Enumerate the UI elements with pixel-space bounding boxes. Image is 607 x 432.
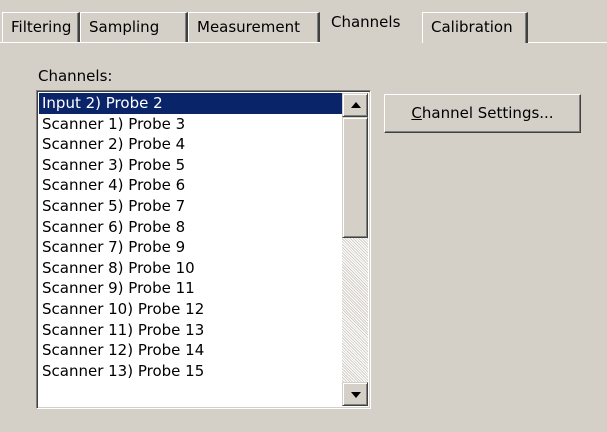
scroll-up-button[interactable] <box>342 93 368 117</box>
list-item[interactable]: Scanner 2) Probe 4 <box>39 134 342 155</box>
list-item[interactable]: Scanner 6) Probe 8 <box>39 217 342 238</box>
tab-calibration[interactable]: Calibration <box>422 12 528 43</box>
channels-listbox[interactable]: Input 2) Probe 2 Scanner 1) Probe 3 Scanne… <box>36 90 371 409</box>
list-item[interactable]: Scanner 5) Probe 7 <box>39 196 342 217</box>
channels-list: Input 2) Probe 2 Scanner 1) Probe 3 Scanne… <box>39 93 342 381</box>
tab-strip: Filtering Sampling Measurement Channels … <box>0 0 607 45</box>
list-item[interactable]: Scanner 1) Probe 3 <box>39 114 342 135</box>
list-item[interactable]: Scanner 7) Probe 9 <box>39 237 342 258</box>
list-item[interactable]: Scanner 4) Probe 6 <box>39 175 342 196</box>
channels-label: Channels: <box>38 67 113 85</box>
mnemonic-c: C <box>411 104 422 122</box>
down-arrow-icon <box>351 392 361 398</box>
vertical-scrollbar[interactable] <box>342 93 368 406</box>
up-arrow-icon <box>351 102 361 108</box>
scroll-thumb[interactable] <box>342 117 368 238</box>
scroll-down-button[interactable] <box>342 382 368 406</box>
list-item[interactable]: Scanner 8) Probe 10 <box>39 258 342 279</box>
tab-sampling[interactable]: Sampling <box>80 12 188 43</box>
list-item[interactable]: Scanner 12) Probe 14 <box>39 340 342 361</box>
tab-measurement[interactable]: Measurement <box>188 12 320 43</box>
tab-filtering[interactable]: Filtering <box>2 12 80 43</box>
list-item[interactable]: Input 2) Probe 2 <box>39 93 342 114</box>
list-item[interactable]: Scanner 13) Probe 15 <box>39 361 342 382</box>
list-item[interactable]: Scanner 11) Probe 13 <box>39 320 342 341</box>
list-item[interactable]: Scanner 10) Probe 12 <box>39 299 342 320</box>
list-item[interactable]: Scanner 3) Probe 5 <box>39 155 342 176</box>
button-label: hannel Settings... <box>421 104 554 122</box>
tab-channels[interactable]: Channels <box>320 7 422 45</box>
channel-settings-button[interactable]: Channel Settings... <box>384 94 581 133</box>
list-item[interactable]: Scanner 9) Probe 11 <box>39 278 342 299</box>
